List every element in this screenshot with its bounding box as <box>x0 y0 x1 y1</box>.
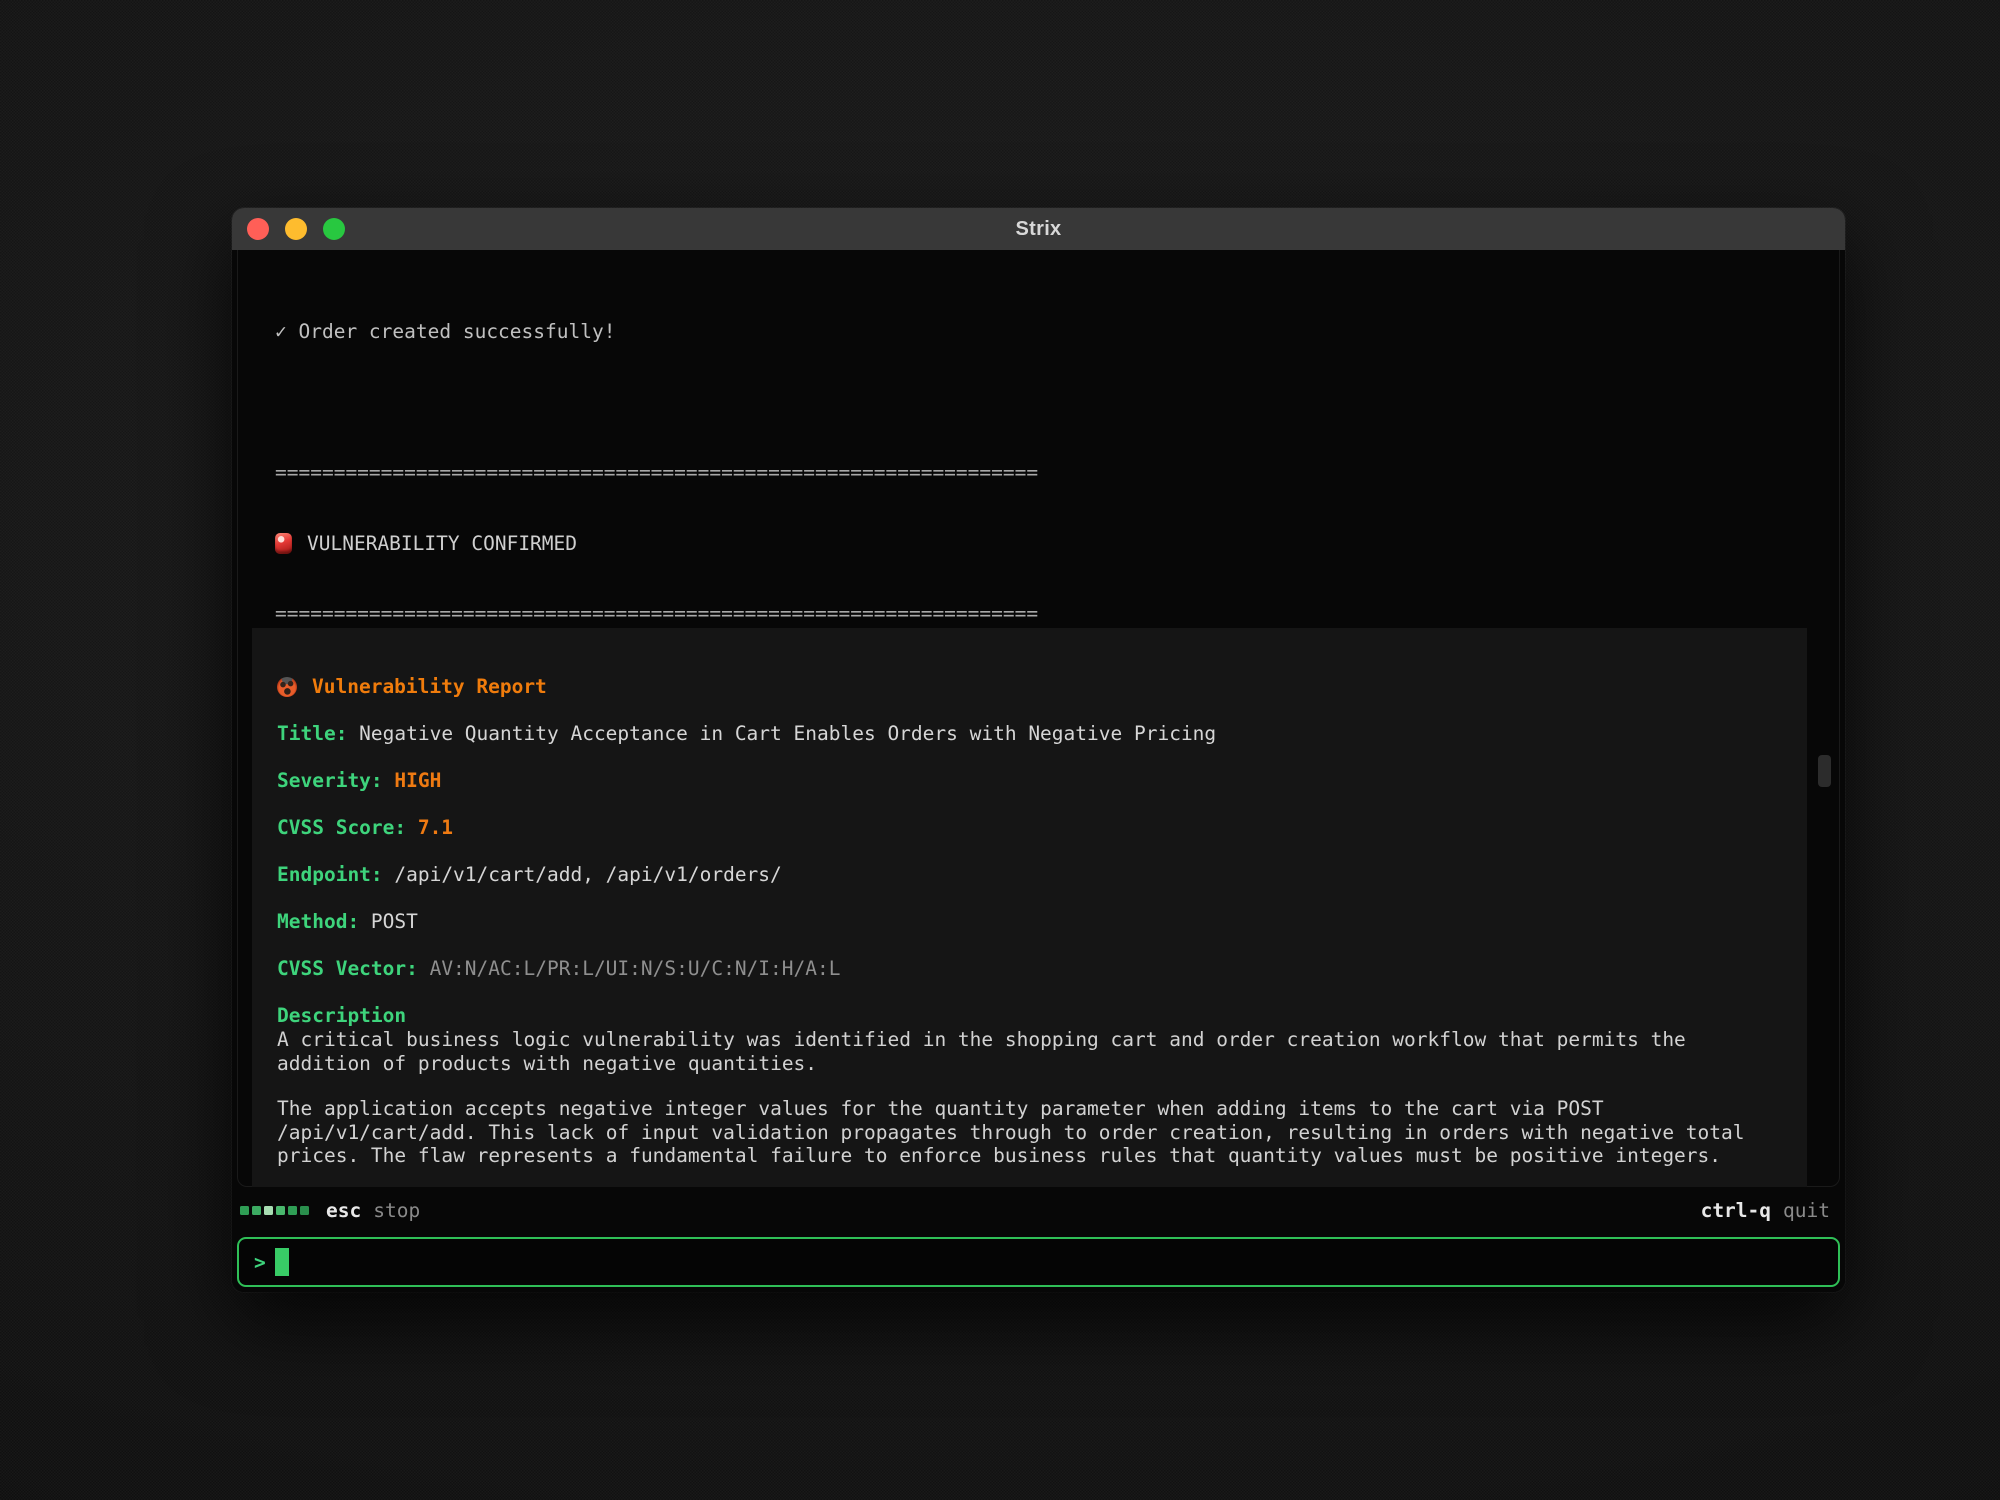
field-label: Endpoint: <box>277 863 383 886</box>
spinner-square <box>264 1206 273 1215</box>
report-heading: Vulnerability Report <box>277 675 1782 699</box>
status-bar: esc stop ctrl-q quit <box>240 1197 1830 1223</box>
quit-action-label: quit <box>1783 1199 1830 1222</box>
divider-line: ========================================… <box>275 461 1805 485</box>
field-value: 7.1 <box>418 816 453 839</box>
description-paragraph: The application accepts negative integer… <box>277 1097 1782 1168</box>
vulnerability-report-panel: Vulnerability Report Title: Negative Quan… <box>252 628 1807 1187</box>
terminal-content: ✓ Order created successfully! ==========… <box>232 250 1845 1292</box>
spinner <box>240 1206 309 1215</box>
vulnerability-confirmed-line: VULNERABILITY CONFIRMED <box>275 532 1805 556</box>
blank-line <box>275 391 1805 415</box>
spinner-square <box>276 1206 285 1215</box>
field-value: HIGH <box>394 769 441 792</box>
field-value: POST <box>371 910 418 933</box>
report-field-method: Method: POST <box>277 910 1782 934</box>
titlebar[interactable]: Strix <box>232 208 1845 251</box>
field-value: AV:N/AC:L/PR:L/UI:N/S:U/C:N/I:H/A:L <box>430 957 841 980</box>
window-title: Strix <box>232 218 1845 241</box>
spinner-square <box>240 1206 249 1215</box>
esc-key-hint: esc <box>326 1199 361 1222</box>
field-label: Title: <box>277 722 347 745</box>
field-value: /api/v1/cart/add, /api/v1/orders/ <box>394 863 781 886</box>
report-heading-label: Vulnerability Report <box>312 675 547 699</box>
field-label: Severity: <box>277 769 383 792</box>
report-field-title: Title: Negative Quantity Acceptance in Ca… <box>277 722 1782 746</box>
order-success-line: ✓ Order created successfully! <box>275 320 1805 344</box>
report-field-cvss-vector: CVSS Vector: AV:N/AC:L/PR:L/UI:N/S:U/C:N/… <box>277 957 1782 981</box>
statusbar-right: ctrl-q quit <box>1701 1199 1830 1222</box>
text-cursor <box>275 1248 289 1276</box>
bug-icon <box>277 677 297 697</box>
quit-key-hint: ctrl-q <box>1701 1199 1771 1222</box>
report-field-severity: Severity: HIGH <box>277 769 1782 793</box>
spinner-square <box>288 1206 297 1215</box>
description-heading: Description <box>277 1004 1782 1028</box>
siren-icon <box>275 533 292 554</box>
divider-line: ========================================… <box>275 602 1805 626</box>
description-paragraph: A critical business logic vulnerability … <box>277 1028 1782 1075</box>
vulnerability-confirmed-label: VULNERABILITY CONFIRMED <box>307 532 577 556</box>
input-prompt: > <box>254 1251 266 1274</box>
report-field-cvss-score: CVSS Score: 7.1 <box>277 816 1782 840</box>
report-field-endpoint: Endpoint: /api/v1/cart/add, /api/v1/order… <box>277 863 1782 887</box>
field-label: CVSS Vector: <box>277 957 418 980</box>
field-label: Method: <box>277 910 359 933</box>
command-input[interactable]: > <box>237 1237 1840 1287</box>
spinner-square <box>300 1206 309 1215</box>
field-label: CVSS Score: <box>277 816 406 839</box>
esc-action-label: stop <box>373 1199 420 1222</box>
strix-window: Strix ✓ Order created successfully! ====… <box>232 208 1845 1292</box>
spinner-square <box>252 1206 261 1215</box>
field-value: Negative Quantity Acceptance in Cart Ena… <box>359 722 1216 745</box>
scrollbar-thumb[interactable] <box>1818 755 1831 787</box>
